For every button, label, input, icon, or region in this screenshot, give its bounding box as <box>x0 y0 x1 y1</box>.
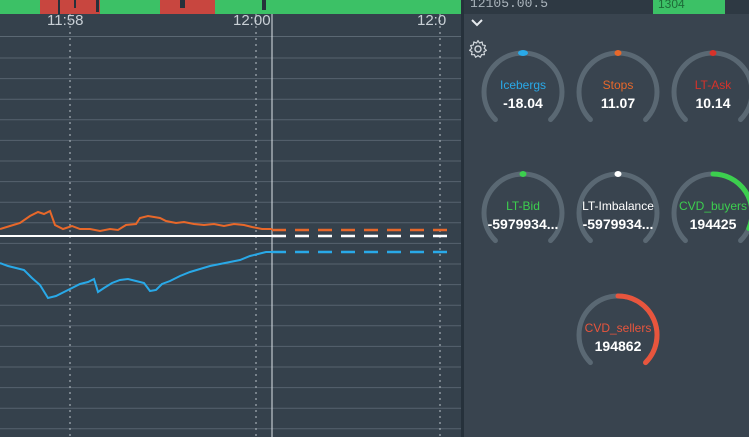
time-label-1202: 12:0 <box>417 12 447 29</box>
stops-trace <box>0 209 272 233</box>
gauge-lt-bid[interactable]: LT-Bid -5979934... <box>478 168 568 258</box>
gauge-marker <box>518 50 528 56</box>
gauge-value: -18.04 <box>503 95 543 111</box>
gauge-arc <box>671 171 749 244</box>
gauge-arc <box>481 50 565 123</box>
gauge-lt-ask[interactable]: LT-Ask 10.14 <box>668 47 749 137</box>
top-strip: 12105.00.5 1304 <box>464 0 749 14</box>
gauge-arc <box>481 171 565 244</box>
header-block <box>0 0 40 14</box>
indicator-panel: 12105.00.5 1304 Icebergs -18.04 Stops 11.07… <box>464 0 749 437</box>
gauge-label: LT-Ask <box>694 78 732 92</box>
chart-canvas[interactable] <box>0 0 463 437</box>
gauge-cvd-buyers[interactable]: CVD_buyers 194425 <box>668 168 749 258</box>
gauge-stops[interactable]: Stops 11.07 <box>573 47 663 137</box>
gauge-marker <box>614 171 622 177</box>
top-strip-volume-value: 1304 <box>658 0 685 11</box>
header-block <box>74 0 76 8</box>
icebergs-trace <box>0 251 272 300</box>
chevron-down-icon[interactable] <box>469 15 485 31</box>
gauge-lt-imbalance[interactable]: LT-Imbalance -5979934... <box>573 168 663 258</box>
header-block <box>96 0 99 12</box>
gauge-label: CVD_buyers <box>678 199 748 213</box>
gauge-value: -5979934... <box>487 216 559 232</box>
gauge-arc <box>576 171 660 244</box>
time-label-1158: 11:58 <box>47 12 84 29</box>
gauge-marker <box>709 50 717 56</box>
gauge-arc <box>576 50 660 123</box>
gauge-cvd-sellers[interactable]: CVD_sellers 194862 <box>573 290 663 380</box>
gauge-label: LT-Bid <box>506 199 540 213</box>
header-block <box>160 0 215 14</box>
gauge-value: 11.07 <box>600 95 636 111</box>
header-block <box>262 0 266 10</box>
gauge-label: Stops <box>602 78 634 92</box>
gauge-label: Icebergs <box>499 78 547 92</box>
gauge-value: -5979934... <box>582 216 654 232</box>
header-block <box>360 0 463 14</box>
gauge-arc <box>576 293 660 366</box>
gauge-label: CVD_sellers <box>584 321 652 335</box>
top-strip-volume-bar: 1304 <box>653 0 725 14</box>
gauge-value: 194862 <box>594 338 642 354</box>
chart-pane[interactable]: 11:58 12:00 12:0 <box>0 0 463 437</box>
gauge-marker <box>614 50 622 56</box>
gauge-value: 194425 <box>689 216 737 232</box>
gauge-value: 10.14 <box>695 95 731 111</box>
gauge-marker <box>519 171 527 177</box>
header-block <box>180 0 185 8</box>
time-label-1200: 12:00 <box>233 12 271 29</box>
header-block <box>100 0 160 14</box>
gauge-label: LT-Imbalance <box>582 199 654 213</box>
gauge-icebergs[interactable]: Icebergs -18.04 <box>478 47 568 137</box>
gauge-arc <box>671 50 749 123</box>
top-strip-price: 12105.00.5 <box>470 0 549 11</box>
